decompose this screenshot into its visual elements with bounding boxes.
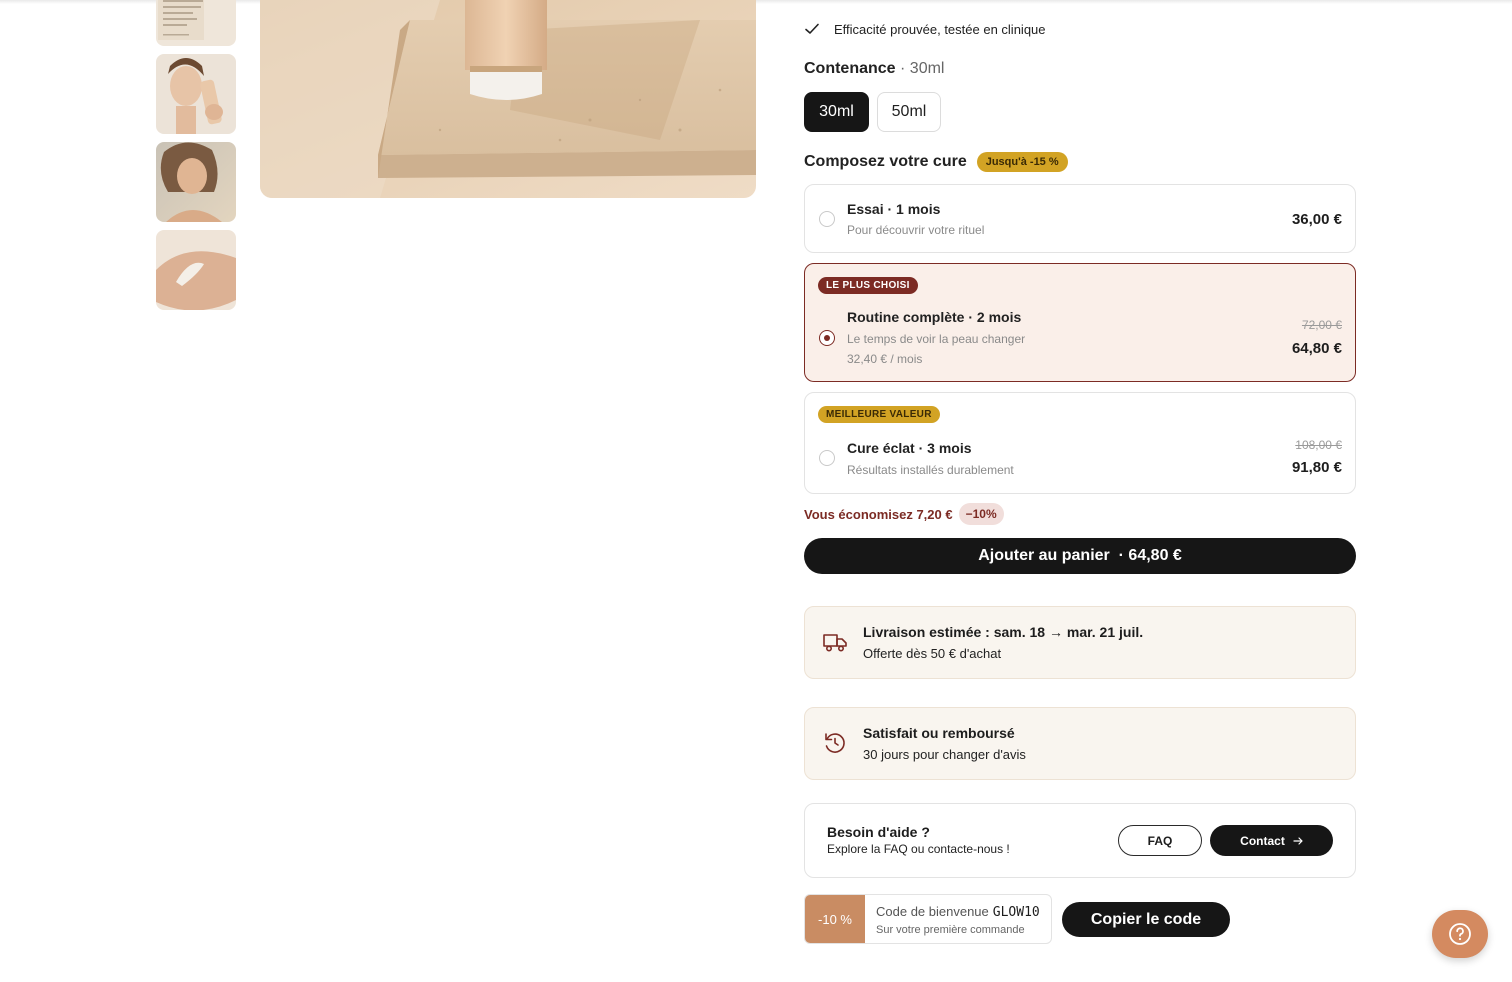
option-name: Routine complète · 2 mois	[847, 309, 1022, 325]
radio-routine[interactable]	[819, 330, 835, 346]
cure-option-routine[interactable]: LE PLUS CHOISI Routine complète · 2 mois…	[804, 263, 1356, 382]
arrow-right-icon	[1293, 836, 1303, 845]
contenance-label: Contenance	[804, 60, 896, 77]
faq-button[interactable]: FAQ	[1118, 825, 1202, 856]
help-title: Besoin d'aide ?	[827, 824, 930, 840]
faq-label: FAQ	[1147, 833, 1173, 848]
size-option-50ml[interactable]: 50ml	[877, 92, 941, 132]
contact-label: Contact	[1240, 833, 1285, 848]
contenance-selected: · 30ml	[900, 60, 945, 77]
coupon-discount: -10 %	[805, 895, 865, 943]
coupon-code[interactable]: GLOW10	[993, 905, 1040, 920]
check-icon	[805, 23, 819, 34]
main-product-image	[260, 0, 756, 198]
best-value-badge: MEILLEURE VALEUR	[818, 406, 940, 423]
option-name: Essai · 1 mois	[847, 201, 941, 217]
feature-clinical: Efficacité prouvée, testée en clinique	[804, 18, 1356, 40]
cure-option-essai[interactable]: Essai · 1 mois Pour découvrir votre ritu…	[804, 184, 1356, 253]
thumbnail-product-box[interactable]	[156, 0, 236, 46]
guarantee-title: Satisfait ou remboursé	[863, 725, 1015, 741]
option-name: Cure éclat · 3 mois	[847, 440, 972, 456]
coupon-label: Code de bienvenue	[876, 904, 989, 919]
option-desc: Pour découvrir votre rituel	[847, 223, 985, 237]
option-price: 91,80 €	[1291, 459, 1342, 476]
coupon-label-line: Code de bienvenue GLOW10	[876, 904, 1040, 920]
option-price: 64,80 €	[1291, 340, 1342, 357]
savings-badge: −10%	[958, 503, 1004, 525]
help-chat-button[interactable]	[1432, 910, 1488, 958]
thumbnail-model-smiling[interactable]	[156, 142, 236, 222]
help-subtitle: Explore la FAQ ou contacte-nous !	[827, 842, 1010, 856]
cure-title: Composez votre cure	[804, 153, 967, 170]
feature-text: Efficacité prouvée, testée en clinique	[834, 21, 1046, 37]
cure-discount-badge: Jusqu'à -15 %	[976, 152, 1068, 172]
cure-option-eclat[interactable]: MEILLEURE VALEUR Cure éclat · 3 mois Rés…	[804, 392, 1356, 494]
radio-eclat[interactable]	[819, 450, 835, 466]
question-icon	[1449, 923, 1471, 945]
welcome-coupon: -10 % Code de bienvenue GLOW10 Sur votre …	[804, 894, 1052, 944]
option-old-price: 108,00 €	[1295, 438, 1342, 452]
help-box: Besoin d'aide ? Explore la FAQ ou contac…	[804, 803, 1356, 878]
option-desc: Le temps de voir la peau changer	[847, 332, 1026, 346]
truck-icon	[823, 634, 847, 652]
option-per-month: 32,40 € / mois	[847, 352, 923, 366]
most-chosen-badge: LE PLUS CHOISI	[818, 277, 918, 294]
option-old-price: 72,00 €	[1301, 318, 1342, 332]
coupon-note: Sur votre première commande	[876, 924, 1025, 936]
refresh-icon	[825, 733, 845, 753]
guarantee-subtitle: 30 jours pour changer d'avis	[863, 747, 1026, 762]
cure-heading: Composez votre cure Jusqu'à -15 %	[804, 151, 1356, 173]
copy-code-button[interactable]: Copier le code	[1062, 902, 1230, 937]
thumbnail-cream-texture[interactable]	[156, 230, 236, 310]
option-desc: Résultats installés durablement	[847, 463, 1014, 477]
radio-essai[interactable]	[819, 211, 835, 227]
contact-button[interactable]: Contact	[1210, 825, 1333, 856]
delivery-subtitle: Offerte dès 50 € d'achat	[863, 646, 1002, 661]
contenance-heading: Contenance · 30ml	[804, 60, 1356, 78]
option-price: 36,00 €	[1291, 211, 1342, 228]
savings-text: Vous économisez 7,20 €	[804, 506, 953, 522]
delivery-info: Livraison estimée : sam. 18 → mar. 21 ju…	[804, 606, 1356, 679]
add-to-cart-button[interactable]: Ajouter au panier · 64,80 €	[804, 538, 1356, 574]
delivery-title: Livraison estimée : sam. 18 → mar. 21 ju…	[863, 624, 1144, 640]
guarantee-info: Satisfait ou remboursé 30 jours pour cha…	[804, 707, 1356, 780]
size-option-30ml[interactable]: 30ml	[804, 92, 869, 132]
savings-line: Vous économisez 7,20 € −10%	[804, 503, 1356, 525]
thumbnail-model-applying[interactable]	[156, 54, 236, 134]
